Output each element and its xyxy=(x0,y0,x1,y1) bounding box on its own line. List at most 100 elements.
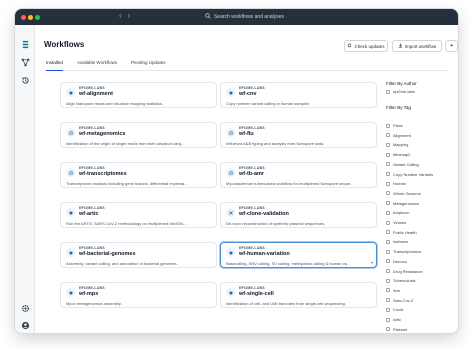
filter-author-option[interactable]: epi2me-labs xyxy=(386,89,415,94)
workflow-card[interactable]: EPI2ME-LABS wf-mpx Mpox metagenomics assem… xyxy=(60,282,217,308)
workflow-card[interactable]: EPI2ME-LABS wf-metagenomics Identification… xyxy=(60,122,217,148)
filter-tag-option[interactable]: Isoforms xyxy=(386,239,408,244)
card-name: wf-human-variation xyxy=(239,251,290,257)
card-description: Transcriptome analysis including gene fu… xyxy=(66,181,188,186)
forward-arrow-icon[interactable]: › xyxy=(128,11,131,20)
check-updates-button[interactable]: Check updates xyxy=(344,40,388,52)
card-name: wf-bacterial-genomes xyxy=(79,251,136,257)
card-org: EPI2ME-LABS xyxy=(239,126,265,130)
filter-tag-option[interactable]: Artic xyxy=(386,317,401,322)
filter-tag-option[interactable]: Plasmid xyxy=(386,327,407,332)
checkbox[interactable] xyxy=(386,317,390,322)
chevron-down-icon xyxy=(449,43,454,49)
tab-installed[interactable]: Installed xyxy=(46,60,63,71)
app-window: ‹ › Search workflows and analyses Workfl… xyxy=(15,9,458,333)
workflow-card[interactable]: EPI2ME-LABS wf-artic Run the ARTIC SARS-Co… xyxy=(60,202,217,228)
filter-tag-option[interactable]: Amr xyxy=(386,288,400,293)
checkbox[interactable] xyxy=(386,220,390,225)
workflow-card[interactable]: EPI2ME-LABS wf-flu Influenza A&B typing an… xyxy=(220,122,377,148)
checkbox[interactable] xyxy=(386,327,390,332)
workflow-card[interactable]: EPI2ME-LABS wf-alignment Align Nanopore re… xyxy=(60,82,217,108)
workflow-card[interactable]: EPI2ME-LABS wf-single-cell Identification … xyxy=(220,282,377,308)
checkbox[interactable] xyxy=(386,230,390,235)
checkbox[interactable] xyxy=(386,210,390,215)
filter-author-heading: Filter By Author xyxy=(386,81,417,86)
circle-icon xyxy=(66,208,75,217)
checkbox[interactable] xyxy=(386,249,390,254)
filter-tag-option[interactable]: Whole Genome xyxy=(386,191,421,196)
checkbox[interactable] xyxy=(386,201,390,206)
card-description: Mycobacterium tuberculosis workflow for … xyxy=(226,181,354,186)
checkbox[interactable] xyxy=(386,123,390,128)
filter-tag-option[interactable]: Human xyxy=(386,181,406,186)
checkbox[interactable] xyxy=(386,288,390,293)
filter-tag-label: Plasmid xyxy=(393,326,408,332)
checkbox[interactable] xyxy=(386,298,390,303)
checkbox[interactable] xyxy=(386,191,390,196)
checkbox[interactable] xyxy=(386,172,390,176)
maximize-window-button[interactable] xyxy=(35,15,40,20)
back-arrow-icon[interactable]: ‹ xyxy=(119,11,122,20)
filter-tag-option[interactable]: Sars-Cov-2 xyxy=(386,298,413,303)
checkbox[interactable] xyxy=(386,142,390,147)
minimize-window-button[interactable] xyxy=(28,15,33,20)
logo-icon[interactable] xyxy=(20,39,30,49)
import-workflow-button[interactable]: Import workflow xyxy=(392,40,442,52)
checkbox[interactable] xyxy=(386,307,390,312)
main-content: Workflows Check updates Import workflow … xyxy=(36,25,458,333)
checkbox[interactable] xyxy=(386,133,390,138)
card-menu-icon[interactable]: ▾ xyxy=(371,260,373,265)
filter-tag-option[interactable]: Denovo xyxy=(386,259,407,264)
gear-icon xyxy=(66,128,75,137)
filter-tag-option[interactable]: Amplicon xyxy=(386,210,409,215)
tab-pending-updates[interactable]: Pending Updates xyxy=(131,60,166,71)
filter-tag-option[interactable]: Variant Calling xyxy=(386,162,419,167)
filter-tag-label: Artic xyxy=(393,317,401,322)
card-description: Align Nanopore reads and visualize mappi… xyxy=(66,101,163,106)
filter-tag-option[interactable]: Panic xyxy=(386,123,403,128)
checkbox[interactable] xyxy=(386,152,390,157)
checkbox[interactable] xyxy=(386,239,390,244)
filter-tag-label: Alignment xyxy=(393,132,411,138)
filter-tag-option[interactable]: Transcriptomics xyxy=(386,249,421,254)
filter-tag-option[interactable]: Minimap2 xyxy=(386,152,410,157)
filter-tag-option[interactable]: Drug Resistance xyxy=(386,269,423,274)
checkbox[interactable] xyxy=(386,162,390,167)
checkbox[interactable] xyxy=(386,278,390,283)
filter-tag-option[interactable]: Viruses xyxy=(386,220,406,225)
tab-bar: Installed Available Workflows Pending Up… xyxy=(44,59,449,71)
settings-icon[interactable] xyxy=(20,303,30,313)
tab-available-workflows[interactable]: Available Workflows xyxy=(77,60,117,71)
workflow-card[interactable]: EPI2ME-LABS wf-human-variation Basecalling… xyxy=(220,242,377,268)
filter-tag-label: Mapping xyxy=(393,142,409,148)
filter-tag-option[interactable]: Mapping xyxy=(386,142,408,147)
card-org: EPI2ME-LABS xyxy=(239,166,265,170)
close-window-button[interactable] xyxy=(21,15,26,20)
filter-tag-label: Copy Number Variants xyxy=(393,171,434,177)
workflow-card[interactable]: EPI2ME-LABS wf-clone-validation De-novo re… xyxy=(220,202,377,228)
checkbox[interactable] xyxy=(386,89,390,94)
workflow-card[interactable]: EPI2ME-LABS wf-bacterial-genomes Assembly,… xyxy=(60,242,217,268)
workflow-card[interactable]: EPI2ME-LABS wf-transcriptomes Transcriptom… xyxy=(60,162,217,188)
global-search[interactable]: Search workflows and analyses xyxy=(205,12,335,22)
more-options-button[interactable] xyxy=(445,40,458,52)
filter-tag-option[interactable]: Copy Number Variants xyxy=(386,172,433,177)
checkbox[interactable] xyxy=(386,269,390,273)
workflow-card[interactable]: EPI2ME-LABS wf-tb-amr Mycobacterium tuberc… xyxy=(220,162,377,188)
card-description: Basecalling, SNV calling, SV calling, me… xyxy=(226,261,351,266)
filter-tag-option[interactable]: Tuberculosis xyxy=(386,278,416,283)
workflow-card[interactable]: EPI2ME-LABS wf-cnv Copy number variant cal… xyxy=(220,82,377,108)
card-name: wf-alignment xyxy=(79,91,113,97)
filter-tag-option[interactable]: Alignment xyxy=(386,133,411,138)
checkbox[interactable] xyxy=(386,181,390,186)
account-icon[interactable] xyxy=(20,320,30,330)
filter-tag-option[interactable]: Metagenomics xyxy=(386,201,419,206)
filter-tag-label: Drug Resistance xyxy=(393,268,423,274)
history-icon[interactable] xyxy=(20,75,30,85)
filter-tag-option[interactable]: Public Health xyxy=(386,230,417,235)
workflow-icon[interactable] xyxy=(20,57,30,67)
checkbox[interactable] xyxy=(386,259,390,264)
card-name: wf-metagenomics xyxy=(79,131,126,137)
card-name: wf-mpx xyxy=(79,291,99,297)
filter-tag-option[interactable]: Covid xyxy=(386,307,403,312)
